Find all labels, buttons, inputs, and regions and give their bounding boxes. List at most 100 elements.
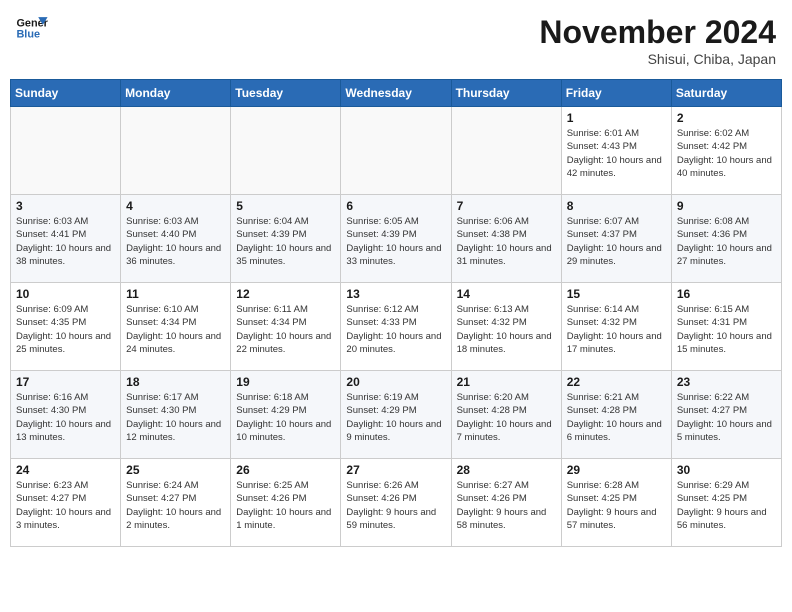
day-info: Sunrise: 6:10 AM Sunset: 4:34 PM Dayligh… <box>126 303 225 356</box>
calendar-week-row: 10 Sunrise: 6:09 AM Sunset: 4:35 PM Dayli… <box>11 283 782 371</box>
calendar-cell: 16 Sunrise: 6:15 AM Sunset: 4:31 PM Dayli… <box>671 283 781 371</box>
day-number: 9 <box>677 199 776 213</box>
day-number: 21 <box>457 375 556 389</box>
location-label: Shisui, Chiba, Japan <box>539 51 776 67</box>
calendar-week-row: 1 Sunrise: 6:01 AM Sunset: 4:43 PM Daylig… <box>11 107 782 195</box>
day-number: 3 <box>16 199 115 213</box>
calendar-cell: 24Sunrise: 6:23 AM Sunset: 4:27 PM Dayli… <box>11 459 121 547</box>
day-info: Sunrise: 6:24 AM Sunset: 4:27 PM Dayligh… <box>126 479 225 532</box>
day-info: Sunrise: 6:13 AM Sunset: 4:32 PM Dayligh… <box>457 303 556 356</box>
calendar-cell <box>11 107 121 195</box>
day-info: Sunrise: 6:03 AM Sunset: 4:41 PM Dayligh… <box>16 215 115 268</box>
calendar-cell: 1 Sunrise: 6:01 AM Sunset: 4:43 PM Daylig… <box>561 107 671 195</box>
day-info: Sunrise: 6:03 AM Sunset: 4:40 PM Dayligh… <box>126 215 225 268</box>
calendar-cell: 22 Sunrise: 6:21 AM Sunset: 4:28 PM Dayli… <box>561 371 671 459</box>
calendar-cell: 28Sunrise: 6:27 AM Sunset: 4:26 PM Dayli… <box>451 459 561 547</box>
day-number: 15 <box>567 287 666 301</box>
day-number: 13 <box>346 287 445 301</box>
day-number: 5 <box>236 199 335 213</box>
day-number: 14 <box>457 287 556 301</box>
calendar-cell: 12Sunrise: 6:11 AM Sunset: 4:34 PM Dayli… <box>231 283 341 371</box>
calendar-cell: 18Sunrise: 6:17 AM Sunset: 4:30 PM Dayli… <box>121 371 231 459</box>
calendar-cell: 26 Sunrise: 6:25 AM Sunset: 4:26 PM Dayli… <box>231 459 341 547</box>
day-info: Sunrise: 6:26 AM Sunset: 4:26 PM Dayligh… <box>346 479 445 532</box>
calendar-cell: 30 Sunrise: 6:29 AM Sunset: 4:25 PM Dayli… <box>671 459 781 547</box>
weekday-header: Thursday <box>451 80 561 107</box>
calendar-cell: 2Sunrise: 6:02 AM Sunset: 4:42 PM Daylig… <box>671 107 781 195</box>
calendar-cell: 23 Sunrise: 6:22 AM Sunset: 4:27 PM Dayli… <box>671 371 781 459</box>
calendar-cell: 8 Sunrise: 6:07 AM Sunset: 4:37 PM Daylig… <box>561 195 671 283</box>
day-number: 11 <box>126 287 225 301</box>
weekday-header: Tuesday <box>231 80 341 107</box>
calendar-cell: 3 Sunrise: 6:03 AM Sunset: 4:41 PM Daylig… <box>11 195 121 283</box>
calendar-cell <box>231 107 341 195</box>
day-number: 20 <box>346 375 445 389</box>
day-info: Sunrise: 6:04 AM Sunset: 4:39 PM Dayligh… <box>236 215 335 268</box>
day-number: 4 <box>126 199 225 213</box>
day-number: 23 <box>677 375 776 389</box>
calendar-week-row: 24Sunrise: 6:23 AM Sunset: 4:27 PM Dayli… <box>11 459 782 547</box>
calendar-cell: 13 Sunrise: 6:12 AM Sunset: 4:33 PM Dayli… <box>341 283 451 371</box>
weekday-header: Sunday <box>11 80 121 107</box>
weekday-header-row: SundayMondayTuesdayWednesdayThursdayFrid… <box>11 80 782 107</box>
day-number: 10 <box>16 287 115 301</box>
calendar-cell: 4 Sunrise: 6:03 AM Sunset: 4:40 PM Daylig… <box>121 195 231 283</box>
day-number: 26 <box>236 463 335 477</box>
day-number: 12 <box>236 287 335 301</box>
day-info: Sunrise: 6:18 AM Sunset: 4:29 PM Dayligh… <box>236 391 335 444</box>
calendar-cell: 6Sunrise: 6:05 AM Sunset: 4:39 PM Daylig… <box>341 195 451 283</box>
calendar-cell: 21 Sunrise: 6:20 AM Sunset: 4:28 PM Dayli… <box>451 371 561 459</box>
day-info: Sunrise: 6:12 AM Sunset: 4:33 PM Dayligh… <box>346 303 445 356</box>
calendar-cell: 11 Sunrise: 6:10 AM Sunset: 4:34 PM Dayli… <box>121 283 231 371</box>
day-number: 19 <box>236 375 335 389</box>
title-block: November 2024 Shisui, Chiba, Japan <box>539 14 776 67</box>
day-number: 25 <box>126 463 225 477</box>
calendar-cell: 15 Sunrise: 6:14 AM Sunset: 4:32 PM Dayli… <box>561 283 671 371</box>
day-info: Sunrise: 6:27 AM Sunset: 4:26 PM Dayligh… <box>457 479 556 532</box>
day-number: 2 <box>677 111 776 125</box>
day-info: Sunrise: 6:07 AM Sunset: 4:37 PM Dayligh… <box>567 215 666 268</box>
day-number: 16 <box>677 287 776 301</box>
svg-text:Blue: Blue <box>16 28 40 40</box>
calendar-cell: 14 Sunrise: 6:13 AM Sunset: 4:32 PM Dayli… <box>451 283 561 371</box>
weekday-header: Monday <box>121 80 231 107</box>
calendar-cell: 20 Sunrise: 6:19 AM Sunset: 4:29 PM Dayli… <box>341 371 451 459</box>
day-number: 27 <box>346 463 445 477</box>
calendar-cell: 9 Sunrise: 6:08 AM Sunset: 4:36 PM Daylig… <box>671 195 781 283</box>
day-info: Sunrise: 6:29 AM Sunset: 4:25 PM Dayligh… <box>677 479 776 532</box>
weekday-header: Friday <box>561 80 671 107</box>
day-info: Sunrise: 6:14 AM Sunset: 4:32 PM Dayligh… <box>567 303 666 356</box>
calendar-week-row: 17 Sunrise: 6:16 AM Sunset: 4:30 PM Dayli… <box>11 371 782 459</box>
calendar-week-row: 3 Sunrise: 6:03 AM Sunset: 4:41 PM Daylig… <box>11 195 782 283</box>
calendar-cell: 5 Sunrise: 6:04 AM Sunset: 4:39 PM Daylig… <box>231 195 341 283</box>
calendar-cell: 25 Sunrise: 6:24 AM Sunset: 4:27 PM Dayli… <box>121 459 231 547</box>
calendar-cell: 29 Sunrise: 6:28 AM Sunset: 4:25 PM Dayli… <box>561 459 671 547</box>
day-info: Sunrise: 6:28 AM Sunset: 4:25 PM Dayligh… <box>567 479 666 532</box>
logo-icon: General Blue <box>16 14 48 42</box>
day-number: 29 <box>567 463 666 477</box>
day-info: Sunrise: 6:09 AM Sunset: 4:35 PM Dayligh… <box>16 303 115 356</box>
day-info: Sunrise: 6:16 AM Sunset: 4:30 PM Dayligh… <box>16 391 115 444</box>
day-info: Sunrise: 6:19 AM Sunset: 4:29 PM Dayligh… <box>346 391 445 444</box>
logo: General Blue <box>16 14 48 42</box>
day-number: 30 <box>677 463 776 477</box>
day-number: 24 <box>16 463 115 477</box>
calendar-cell <box>451 107 561 195</box>
weekday-header: Wednesday <box>341 80 451 107</box>
day-info: Sunrise: 6:21 AM Sunset: 4:28 PM Dayligh… <box>567 391 666 444</box>
day-number: 1 <box>567 111 666 125</box>
day-info: Sunrise: 6:22 AM Sunset: 4:27 PM Dayligh… <box>677 391 776 444</box>
day-info: Sunrise: 6:15 AM Sunset: 4:31 PM Dayligh… <box>677 303 776 356</box>
day-info: Sunrise: 6:20 AM Sunset: 4:28 PM Dayligh… <box>457 391 556 444</box>
day-info: Sunrise: 6:01 AM Sunset: 4:43 PM Dayligh… <box>567 127 666 180</box>
day-info: Sunrise: 6:25 AM Sunset: 4:26 PM Dayligh… <box>236 479 335 532</box>
day-number: 8 <box>567 199 666 213</box>
day-info: Sunrise: 6:08 AM Sunset: 4:36 PM Dayligh… <box>677 215 776 268</box>
day-number: 17 <box>16 375 115 389</box>
calendar-cell <box>121 107 231 195</box>
calendar-cell: 27 Sunrise: 6:26 AM Sunset: 4:26 PM Dayli… <box>341 459 451 547</box>
day-info: Sunrise: 6:05 AM Sunset: 4:39 PM Dayligh… <box>346 215 445 268</box>
calendar-cell: 10 Sunrise: 6:09 AM Sunset: 4:35 PM Dayli… <box>11 283 121 371</box>
day-number: 18 <box>126 375 225 389</box>
day-number: 22 <box>567 375 666 389</box>
